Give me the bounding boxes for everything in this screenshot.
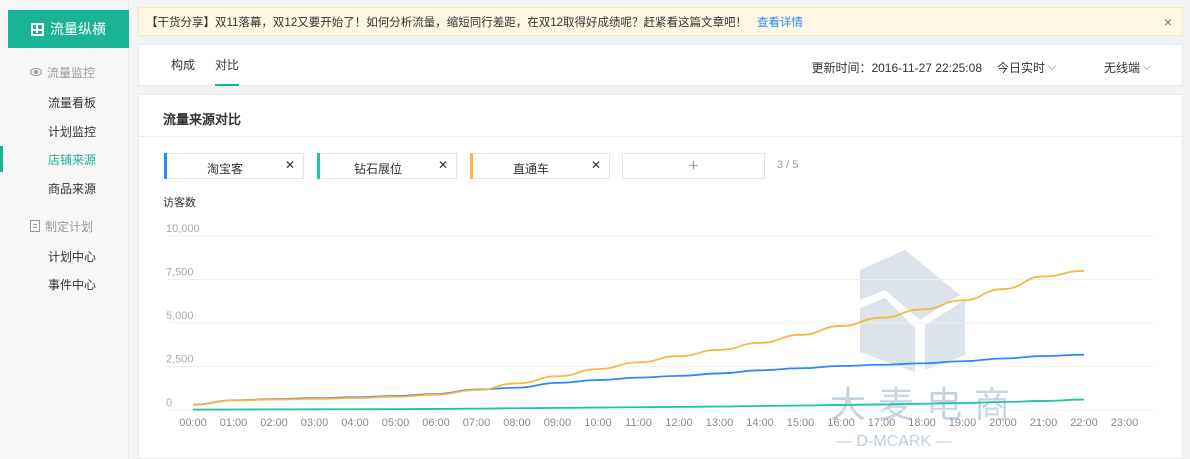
sidebar-item-product-source[interactable]: 商品来源 — [0, 175, 129, 201]
x-tick-label: 17:00 — [868, 417, 896, 429]
sidebar-item-label: 商品来源 — [48, 181, 97, 196]
app-root: 流量纵横 流量监控 流量看板 计划监控 店铺来源 商品来源 制定计划 计划中心 … — [0, 0, 1190, 459]
x-tick-label: 08:00 — [503, 417, 531, 429]
series-line — [192, 398, 1085, 411]
brand-button[interactable]: 流量纵横 — [8, 10, 129, 48]
x-tick-label: 14:00 — [746, 417, 774, 429]
period-dropdown[interactable]: 今日实时 — [996, 59, 1057, 76]
tab-bar: 构成 对比 更新时间：2016-11-27 22:25:08 今日实时 无线端 — [138, 44, 1183, 86]
y-tick-label: 5,000 — [166, 310, 194, 322]
x-tick-label: 09:00 — [544, 417, 572, 429]
document-icon — [30, 220, 40, 232]
brand-label: 流量纵横 — [50, 21, 106, 37]
x-tick-label: 07:00 — [463, 417, 491, 429]
x-tick-label: 03:00 — [301, 417, 329, 429]
x-tick-label: 18:00 — [908, 417, 936, 429]
y-tick-label: 7,500 — [166, 267, 194, 279]
notice-detail-link[interactable]: 查看详情 — [757, 14, 803, 30]
chevron-down-icon — [1142, 61, 1152, 71]
sidebar: 流量纵横 流量监控 流量看板 计划监控 店铺来源 商品来源 制定计划 计划中心 … — [0, 0, 129, 459]
sidebar-item-label: 店铺来源 — [48, 152, 97, 167]
x-tick-label: 21:00 — [1030, 417, 1058, 429]
traffic-line-chart: 0 2,500 5,000 7,500 10,000 00:00 01:00 02:00 03:… — [166, 223, 1153, 429]
sidebar-item-shop-source[interactable]: 店铺来源 — [0, 146, 129, 172]
device-label: 无线端 — [1103, 61, 1140, 75]
x-tick-label: 11:00 — [625, 417, 652, 429]
device-dropdown[interactable]: 无线端 — [1103, 59, 1152, 76]
nav-group-traffic-monitor[interactable]: 流量监控 — [0, 59, 129, 85]
x-tick-label: 04:00 — [341, 417, 369, 429]
close-icon[interactable]: × — [1164, 14, 1172, 30]
sidebar-item-plan-monitor[interactable]: 计划监控 — [0, 118, 129, 144]
x-tick-label: 16:00 — [827, 417, 855, 429]
x-tick-label: 00:00 — [179, 417, 207, 429]
sidebar-item-event-center[interactable]: 事件中心 — [0, 271, 129, 297]
nav-group-label: 流量监控 — [47, 65, 96, 80]
x-tick-label: 05:00 — [382, 417, 410, 429]
sidebar-item-label: 计划监控 — [48, 124, 97, 139]
x-tick-label: 22:00 — [1070, 417, 1098, 429]
nav-group-label: 制定计划 — [45, 219, 94, 234]
x-tick-label: 13:00 — [706, 417, 734, 429]
series-line — [192, 269, 1085, 406]
update-time: 更新时间：2016-11-27 22:25:08 — [811, 61, 982, 75]
period-label: 今日实时 — [996, 61, 1045, 75]
x-tick-label: 15:00 — [787, 417, 815, 429]
y-tick-label: 0 — [166, 397, 172, 409]
x-tick-label: 23:00 — [1111, 417, 1139, 429]
sidebar-item-label: 流量看板 — [48, 95, 97, 110]
sidebar-item-label: 计划中心 — [48, 249, 97, 264]
x-tick-label: 02:00 — [260, 417, 288, 429]
nav-group-make-plan[interactable]: 制定计划 — [0, 213, 129, 239]
sidebar-item-traffic-board[interactable]: 流量看板 — [0, 89, 129, 115]
x-tick-label: 12:00 — [665, 417, 693, 429]
notice-banner: 【干货分享】双11落幕，双12又要开始了！如何分析流量，缩短同行差距，在双12取… — [138, 7, 1183, 36]
x-tick-label: 01:00 — [220, 417, 248, 429]
notice-text: 【干货分享】双11落幕，双12又要开始了！如何分析流量，缩短同行差距，在双12取… — [146, 16, 748, 29]
logo-icon — [31, 22, 44, 36]
eye-icon — [30, 68, 42, 76]
sidebar-item-label: 事件中心 — [48, 277, 97, 292]
x-tick-label: 19:00 — [949, 417, 977, 429]
tab-compare[interactable]: 对比 — [215, 45, 240, 86]
x-tick-label: 20:00 — [989, 417, 1017, 429]
x-tick-label: 10:00 — [584, 417, 612, 429]
y-tick-label: 10,000 — [166, 223, 200, 235]
sidebar-item-plan-center[interactable]: 计划中心 — [0, 243, 129, 269]
chevron-down-icon — [1047, 61, 1057, 71]
tab-composition[interactable]: 构成 — [171, 45, 195, 86]
y-tick-label: 2,500 — [166, 354, 194, 366]
x-tick-label: 06:00 — [422, 417, 450, 429]
